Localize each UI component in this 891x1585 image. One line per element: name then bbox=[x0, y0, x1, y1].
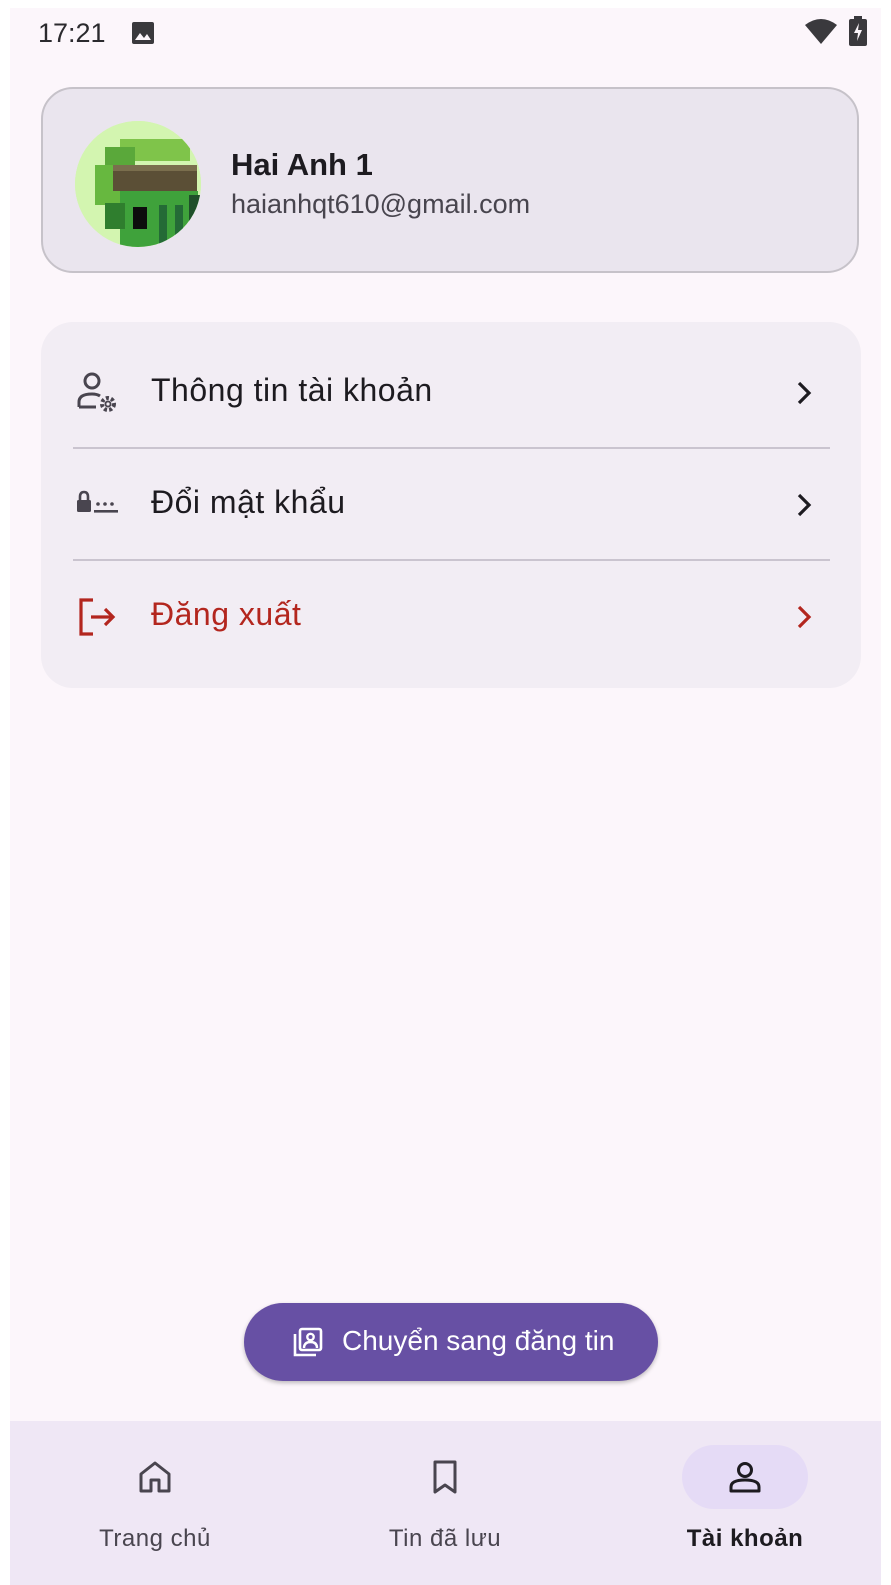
logout-icon bbox=[79, 598, 116, 636]
person-icon bbox=[729, 1462, 761, 1493]
profile-name: Hai Anh 1 bbox=[231, 147, 373, 182]
switch-to-posting-button[interactable]: Chuyển sang đăng tin bbox=[244, 1303, 658, 1381]
bottom-navigation: Trang chủ Tin đã lưu Tài khoản bbox=[10, 1421, 881, 1585]
chevron-right-icon bbox=[797, 605, 812, 629]
fab-label: Chuyển sang đăng tin bbox=[342, 1325, 615, 1356]
nav-label: Trang chủ bbox=[99, 1525, 211, 1552]
nav-label: Tài khoản bbox=[686, 1525, 804, 1552]
nav-item-account[interactable]: Tài khoản bbox=[600, 1421, 881, 1585]
app-screen: 17:21 Hai Anh 1 haianhqt610@gmail.com Th… bbox=[10, 8, 881, 1585]
menu-item-account-info[interactable]: Thông tin tài khoản bbox=[41, 338, 861, 448]
nav-item-home[interactable]: Trang chủ bbox=[10, 1421, 300, 1585]
menu-item-label: Đăng xuất bbox=[151, 596, 302, 632]
home-icon bbox=[139, 1461, 171, 1493]
password-icon bbox=[77, 490, 118, 513]
nav-label: Tin đã lưu bbox=[388, 1525, 502, 1552]
divider bbox=[73, 447, 830, 449]
account-settings-icon bbox=[77, 372, 116, 412]
menu-item-label: Đổi mật khẩu bbox=[151, 484, 346, 520]
chevron-right-icon bbox=[797, 381, 812, 405]
settings-menu: Thông tin tài khoản Đổi mật khẩu Đăng xu… bbox=[41, 322, 861, 688]
menu-item-change-password[interactable]: Đổi mật khẩu bbox=[41, 450, 861, 560]
avatar bbox=[75, 121, 201, 247]
battery-charging-icon bbox=[849, 16, 867, 46]
profile-email: haianhqt610@gmail.com bbox=[231, 189, 531, 219]
bookmark-icon bbox=[433, 1460, 457, 1494]
chevron-right-icon bbox=[797, 493, 812, 517]
wifi-icon bbox=[805, 19, 837, 44]
menu-item-logout[interactable]: Đăng xuất bbox=[41, 562, 861, 672]
portrait-gallery-icon bbox=[293, 1327, 323, 1357]
status-bar: 17:21 bbox=[10, 8, 881, 60]
nav-item-saved[interactable]: Tin đã lưu bbox=[300, 1421, 590, 1585]
pixel-avatar-image bbox=[75, 121, 201, 247]
menu-item-label: Thông tin tài khoản bbox=[151, 372, 433, 408]
divider bbox=[73, 559, 830, 561]
status-time: 17:21 bbox=[38, 18, 106, 48]
profile-card[interactable]: Hai Anh 1 haianhqt610@gmail.com bbox=[41, 87, 859, 273]
gallery-icon bbox=[132, 22, 154, 44]
